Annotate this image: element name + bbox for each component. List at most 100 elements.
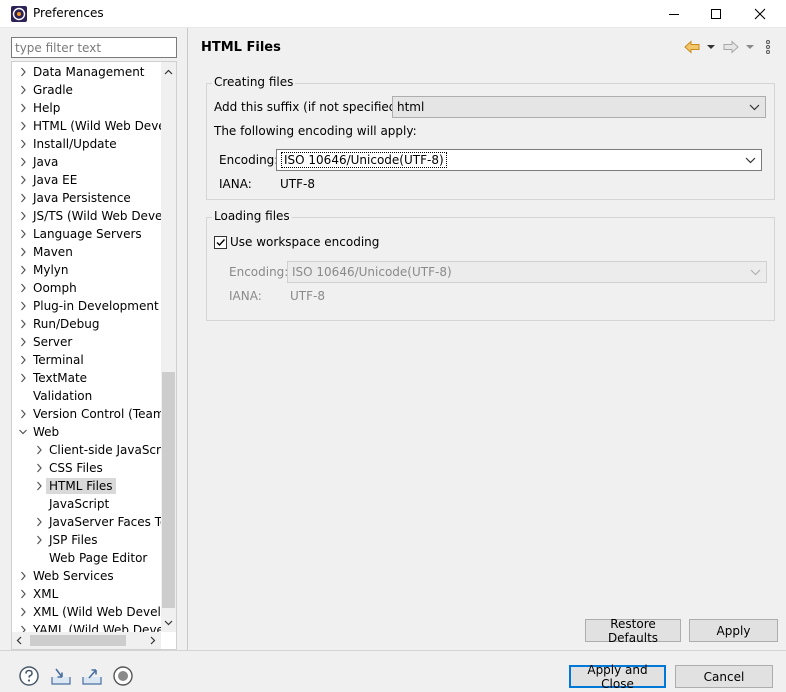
use-workspace-encoding-checkbox[interactable] — [214, 236, 227, 249]
chevron-right-icon[interactable] — [19, 103, 27, 113]
suffix-select[interactable]: html — [392, 96, 766, 118]
chevron-down-icon[interactable] — [19, 427, 27, 437]
tree-item[interactable]: Server — [12, 333, 161, 351]
chevron-right-icon[interactable] — [35, 481, 43, 491]
tree-item[interactable]: JavaServer Faces Tools — [12, 513, 161, 531]
chevron-right-icon[interactable] — [19, 211, 27, 221]
chevron-right-icon[interactable] — [19, 409, 27, 419]
back-arrow-icon[interactable] — [684, 39, 700, 55]
tree-item[interactable]: Oomph — [12, 279, 161, 297]
import-icon[interactable] — [50, 665, 72, 687]
tree-item[interactable]: Data Management — [12, 63, 161, 81]
chevron-right-icon[interactable] — [19, 85, 27, 95]
loading-encoding-label: Encoding: — [229, 265, 289, 279]
scroll-down-icon[interactable] — [163, 617, 174, 629]
chevron-down-icon — [749, 104, 760, 111]
chevron-right-icon[interactable] — [19, 175, 27, 185]
tree-item[interactable]: Gradle — [12, 81, 161, 99]
tree-item[interactable]: Mylyn — [12, 261, 161, 279]
tree-item[interactable]: HTML (Wild Web Develo — [12, 117, 161, 135]
chevron-right-icon[interactable] — [35, 445, 43, 455]
horizontal-scroll-thumb[interactable] — [30, 635, 126, 646]
scroll-right-icon[interactable] — [148, 635, 158, 646]
vertical-scrollbar[interactable] — [161, 62, 176, 632]
loading-iana-value: UTF-8 — [290, 289, 325, 303]
chevron-right-icon[interactable] — [35, 463, 43, 473]
chevron-right-icon[interactable] — [19, 157, 27, 167]
export-icon[interactable] — [81, 665, 103, 687]
tree-item[interactable]: JSP Files — [12, 531, 161, 549]
tree-item[interactable]: Web Page Editor — [12, 549, 161, 567]
chevron-right-icon[interactable] — [19, 139, 27, 149]
tree-item-label: Maven — [33, 245, 73, 259]
scroll-up-icon[interactable] — [163, 66, 174, 78]
tree-item[interactable]: Web — [12, 423, 161, 441]
chevron-right-icon[interactable] — [19, 121, 27, 131]
record-icon[interactable] — [112, 665, 134, 687]
restore-defaults-button[interactable]: Restore Defaults — [585, 617, 681, 645]
chevron-right-icon[interactable] — [19, 283, 27, 293]
tree-item[interactable]: TextMate — [12, 369, 161, 387]
tree-item[interactable]: Plug-in Development — [12, 297, 161, 315]
scroll-left-icon[interactable] — [14, 635, 24, 646]
tree-item[interactable]: Run/Debug — [12, 315, 161, 333]
horizontal-scrollbar[interactable] — [12, 632, 161, 649]
preference-tree[interactable]: Data Management Gradle Help HTML (Wild Web … — [11, 61, 177, 650]
tree-item[interactable]: Terminal — [12, 351, 161, 369]
chevron-right-icon[interactable] — [19, 301, 27, 311]
view-menu-icon[interactable] — [763, 39, 773, 55]
chevron-right-icon[interactable] — [19, 625, 27, 632]
tree-item[interactable]: CSS Files — [12, 459, 161, 477]
tree-item[interactable]: Client-side JavaScript — [12, 441, 161, 459]
tree-item[interactable]: Java EE — [12, 171, 161, 189]
tree-item[interactable]: Java Persistence — [12, 189, 161, 207]
chevron-right-icon[interactable] — [19, 247, 27, 257]
chevron-right-icon[interactable] — [19, 337, 27, 347]
tree-item[interactable]: YAML (Wild Web Develo — [12, 621, 161, 632]
chevron-right-icon[interactable] — [35, 517, 43, 527]
chevron-right-icon[interactable] — [19, 589, 27, 599]
tree-item-label: Web — [33, 425, 60, 439]
tree-item[interactable]: Install/Update — [12, 135, 161, 153]
vertical-scroll-thumb[interactable] — [162, 372, 175, 608]
forward-arrow-icon[interactable] — [723, 39, 739, 55]
chevron-right-icon[interactable] — [19, 571, 27, 581]
tree-item[interactable]: Language Servers — [12, 225, 161, 243]
apply-button[interactable]: Apply — [689, 619, 778, 642]
tree-item[interactable]: Help — [12, 99, 161, 117]
minimize-button[interactable] — [652, 0, 696, 28]
tree-item-label: Data Management — [33, 65, 145, 79]
tree-item-label: Version Control (Team) — [33, 407, 161, 421]
use-workspace-encoding-label[interactable]: Use workspace encoding — [230, 235, 379, 249]
tree-item-label: JSP Files — [49, 533, 98, 547]
chevron-right-icon[interactable] — [19, 265, 27, 275]
chevron-right-icon[interactable] — [19, 229, 27, 239]
tree-item[interactable]: XML (Wild Web Develop — [12, 603, 161, 621]
pane-divider[interactable] — [187, 28, 188, 650]
tree-item[interactable]: JS/TS (Wild Web Develo — [12, 207, 161, 225]
chevron-right-icon[interactable] — [19, 193, 27, 203]
chevron-right-icon[interactable] — [19, 373, 27, 383]
back-menu-chevron-down-icon[interactable] — [706, 43, 716, 51]
tree-item[interactable]: Maven — [12, 243, 161, 261]
chevron-right-icon[interactable] — [19, 67, 27, 77]
encoding-select[interactable]: ISO 10646/Unicode(UTF-8) — [276, 149, 762, 171]
maximize-button[interactable] — [694, 0, 738, 28]
tree-item[interactable]: Web Services — [12, 567, 161, 585]
tree-item[interactable]: JavaScript — [12, 495, 161, 513]
apply-and-close-button[interactable]: Apply and Close — [569, 663, 666, 691]
tree-item[interactable]: Validation — [12, 387, 161, 405]
help-icon[interactable] — [18, 665, 40, 687]
close-button[interactable] — [738, 0, 782, 28]
filter-input[interactable] — [11, 37, 177, 58]
chevron-right-icon[interactable] — [35, 535, 43, 545]
chevron-right-icon[interactable] — [19, 355, 27, 365]
forward-menu-chevron-down-icon[interactable] — [745, 43, 755, 51]
chevron-right-icon[interactable] — [19, 607, 27, 617]
tree-item[interactable]: XML — [12, 585, 161, 603]
tree-item[interactable]: Java — [12, 153, 161, 171]
chevron-right-icon[interactable] — [19, 319, 27, 329]
cancel-button[interactable]: Cancel — [675, 665, 773, 688]
tree-item[interactable]: HTML Files — [12, 477, 161, 495]
tree-item[interactable]: Version Control (Team) — [12, 405, 161, 423]
